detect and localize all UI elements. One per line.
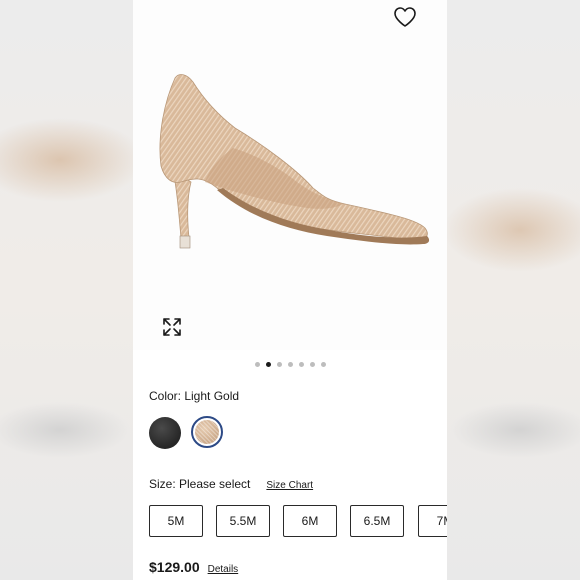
- details-link[interactable]: Details: [208, 564, 239, 575]
- carousel-dot[interactable]: [287, 362, 293, 367]
- color-label: Color: Light Gold: [149, 389, 240, 403]
- color-swatches: [149, 416, 223, 449]
- size-label: Size: Please select: [149, 477, 251, 491]
- size-button[interactable]: 6M: [283, 505, 337, 537]
- product-image-area[interactable]: [133, 0, 447, 350]
- expand-icon[interactable]: [161, 316, 183, 338]
- carousel-dot[interactable]: [254, 362, 260, 367]
- size-button[interactable]: 5.5M: [216, 505, 270, 537]
- heart-icon[interactable]: [393, 6, 417, 28]
- carousel-dots: [133, 362, 447, 370]
- carousel-dot[interactable]: [276, 362, 282, 367]
- swatch-black[interactable]: [149, 417, 181, 449]
- product-page: Color: Light Gold Size: Please select Si…: [133, 0, 447, 580]
- size-button[interactable]: 5M: [149, 505, 203, 537]
- size-button[interactable]: 6.5M: [350, 505, 404, 537]
- carousel-dot[interactable]: [298, 362, 304, 367]
- size-chart-link[interactable]: Size Chart: [266, 480, 313, 491]
- carousel-dot[interactable]: [265, 362, 271, 367]
- size-button[interactable]: 7M: [418, 505, 447, 537]
- product-image: [159, 74, 430, 249]
- price: $129.00: [149, 559, 200, 575]
- carousel-dot[interactable]: [320, 362, 326, 367]
- carousel-dot[interactable]: [309, 362, 315, 367]
- size-row: Size: Please select Size Chart: [149, 477, 313, 491]
- price-row: $129.00 Details: [149, 559, 238, 575]
- swatch-light-gold[interactable]: [191, 416, 223, 448]
